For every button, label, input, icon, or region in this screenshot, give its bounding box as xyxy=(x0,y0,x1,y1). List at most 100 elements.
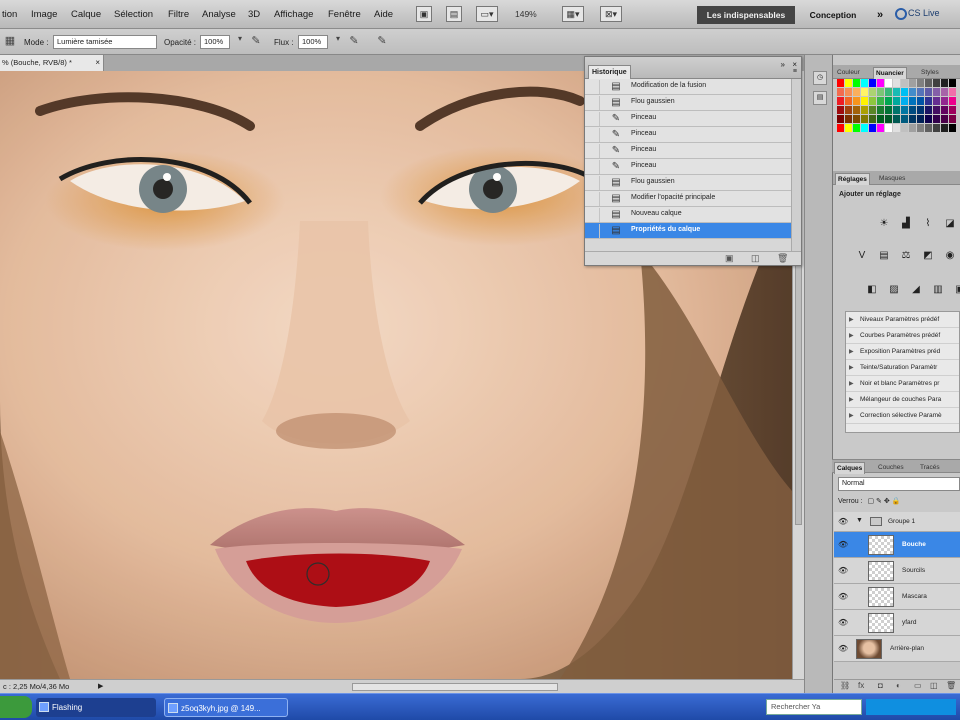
arrange-icon[interactable]: ▦▾ xyxy=(562,6,584,22)
airbrush-icon[interactable]: ✎ xyxy=(346,34,362,50)
brush-preset-icon[interactable]: ▦ xyxy=(2,34,18,50)
zoom-level[interactable]: 149% xyxy=(512,7,556,22)
tablet-opacity-icon[interactable]: ✎ xyxy=(248,34,264,50)
color-swatch[interactable] xyxy=(837,115,844,123)
color-swatch[interactable] xyxy=(877,79,884,87)
history-brush-source-checkbox[interactable] xyxy=(587,192,600,206)
color-swatch[interactable] xyxy=(941,124,948,132)
color-swatch[interactable] xyxy=(893,106,900,114)
properties-panel-icon[interactable]: ▤ xyxy=(813,91,827,105)
color-swatch[interactable] xyxy=(861,115,868,123)
history-state[interactable]: ▤ Modification de la fusion xyxy=(585,79,791,95)
swatches-grid[interactable] xyxy=(837,79,959,137)
color-swatch[interactable] xyxy=(885,97,892,105)
taskbar-item-flashing[interactable]: Flashing xyxy=(36,698,156,717)
brightness-icon[interactable]: ☀ xyxy=(877,217,891,231)
document-tab[interactable]: % (Bouche, RVB/8) * × xyxy=(0,55,104,71)
color-swatch[interactable] xyxy=(845,79,852,87)
history-state[interactable]: ▤ Nouveau calque xyxy=(585,207,791,223)
color-swatch[interactable] xyxy=(909,106,916,114)
visibility-eye-icon[interactable]: 👁 xyxy=(838,644,848,653)
add-mask-icon[interactable]: ◘ xyxy=(878,681,883,690)
color-swatch[interactable] xyxy=(893,88,900,96)
color-swatch[interactable] xyxy=(925,106,932,114)
tab-couleur[interactable]: Couleur xyxy=(835,67,862,79)
horizontal-scrollbar-thumb[interactable] xyxy=(352,683,558,691)
color-swatch[interactable] xyxy=(941,115,948,123)
tab-traces[interactable]: Tracés xyxy=(918,462,942,474)
color-swatch[interactable] xyxy=(853,115,860,123)
new-layer-icon[interactable]: ◫ xyxy=(930,681,938,690)
history-brush-source-checkbox[interactable] xyxy=(587,80,600,94)
color-swatch[interactable] xyxy=(909,88,916,96)
color-swatch[interactable] xyxy=(949,106,956,114)
color-swatch[interactable] xyxy=(861,88,868,96)
color-swatch[interactable] xyxy=(909,79,916,87)
layer-row[interactable]: 👁 ▼ Groupe 1 xyxy=(834,512,960,532)
color-swatch[interactable] xyxy=(909,115,916,123)
history-state[interactable]: ▤ Propriétés du calque xyxy=(585,223,791,239)
opacity-input[interactable]: 100% xyxy=(200,35,230,49)
menu-image[interactable]: Image xyxy=(31,9,57,20)
tab-couches[interactable]: Couches xyxy=(876,462,906,474)
color-swatch[interactable] xyxy=(853,88,860,96)
color-swatch[interactable] xyxy=(941,79,948,87)
lock-transparency-icon[interactable]: ▢ xyxy=(867,498,874,505)
color-swatch[interactable] xyxy=(941,88,948,96)
color-swatch[interactable] xyxy=(837,97,844,105)
visibility-eye-icon[interactable]: 👁 xyxy=(838,540,848,549)
color-swatch[interactable] xyxy=(893,79,900,87)
color-swatch[interactable] xyxy=(933,97,940,105)
color-swatch[interactable] xyxy=(901,79,908,87)
color-swatch[interactable] xyxy=(845,124,852,132)
menu-edition[interactable]: tion xyxy=(2,9,17,20)
history-brush-source-checkbox[interactable] xyxy=(587,176,600,190)
tab-reglages[interactable]: Réglages xyxy=(835,173,870,185)
visibility-eye-icon[interactable]: 👁 xyxy=(838,517,848,526)
layer-row[interactable]: 👁 Arrière-plan xyxy=(834,636,960,662)
adjustment-preset-item[interactable]: Mélangeur de couches Para xyxy=(846,392,959,408)
black-white-icon[interactable]: ◩ xyxy=(921,249,935,263)
cslive-icon[interactable] xyxy=(895,8,907,20)
screen-mode-icon[interactable]: ⊠▾ xyxy=(600,6,622,22)
color-swatch[interactable] xyxy=(885,115,892,123)
color-swatch[interactable] xyxy=(853,124,860,132)
history-brush-source-checkbox[interactable] xyxy=(587,96,600,110)
history-brush-source-checkbox[interactable] xyxy=(587,224,600,238)
cslive-label[interactable]: CS Live xyxy=(908,8,940,18)
history-state[interactable]: ▤ Flou gaussien xyxy=(585,175,791,191)
tab-calques[interactable]: Calques xyxy=(834,462,866,474)
close-icon[interactable]: × xyxy=(95,55,100,71)
color-swatch[interactable] xyxy=(917,124,924,132)
color-swatch[interactable] xyxy=(861,124,868,132)
adjustment-preset-item[interactable]: Exposition Paramètres préd xyxy=(846,344,959,360)
history-state[interactable]: ✎ Pinceau xyxy=(585,143,791,159)
menu-selection[interactable]: Sélection xyxy=(114,9,153,20)
color-swatch[interactable] xyxy=(885,106,892,114)
vibrance-icon[interactable]: V xyxy=(855,249,869,263)
color-swatch[interactable] xyxy=(877,115,884,123)
history-brush-source-checkbox[interactable] xyxy=(587,144,600,158)
color-swatch[interactable] xyxy=(901,115,908,123)
color-swatch[interactable] xyxy=(877,106,884,114)
history-scrollbar[interactable] xyxy=(791,79,801,251)
history-state[interactable]: ✎ Pinceau xyxy=(585,127,791,143)
workspace-design-button[interactable]: Conception xyxy=(800,6,866,24)
color-swatch[interactable] xyxy=(869,79,876,87)
color-swatch[interactable] xyxy=(861,106,868,114)
color-swatch[interactable] xyxy=(917,79,924,87)
curves-icon[interactable]: ⌇ xyxy=(921,217,935,231)
menu-aide[interactable]: Aide xyxy=(374,9,393,20)
color-swatch[interactable] xyxy=(869,88,876,96)
panel-menu-icon[interactable]: ≡ xyxy=(793,68,797,75)
flow-input[interactable]: 100% xyxy=(298,35,328,49)
color-swatch[interactable] xyxy=(853,97,860,105)
mode-select[interactable]: Lumière tamisée xyxy=(53,35,157,49)
bridge-icon[interactable]: ▣ xyxy=(416,6,432,22)
hue-saturation-icon[interactable]: ▤ xyxy=(877,249,891,263)
color-swatch[interactable] xyxy=(837,88,844,96)
color-swatch[interactable] xyxy=(885,124,892,132)
color-swatch[interactable] xyxy=(925,124,932,132)
color-swatch[interactable] xyxy=(933,88,940,96)
view-extras-icon[interactable]: ▭▾ xyxy=(476,6,498,22)
